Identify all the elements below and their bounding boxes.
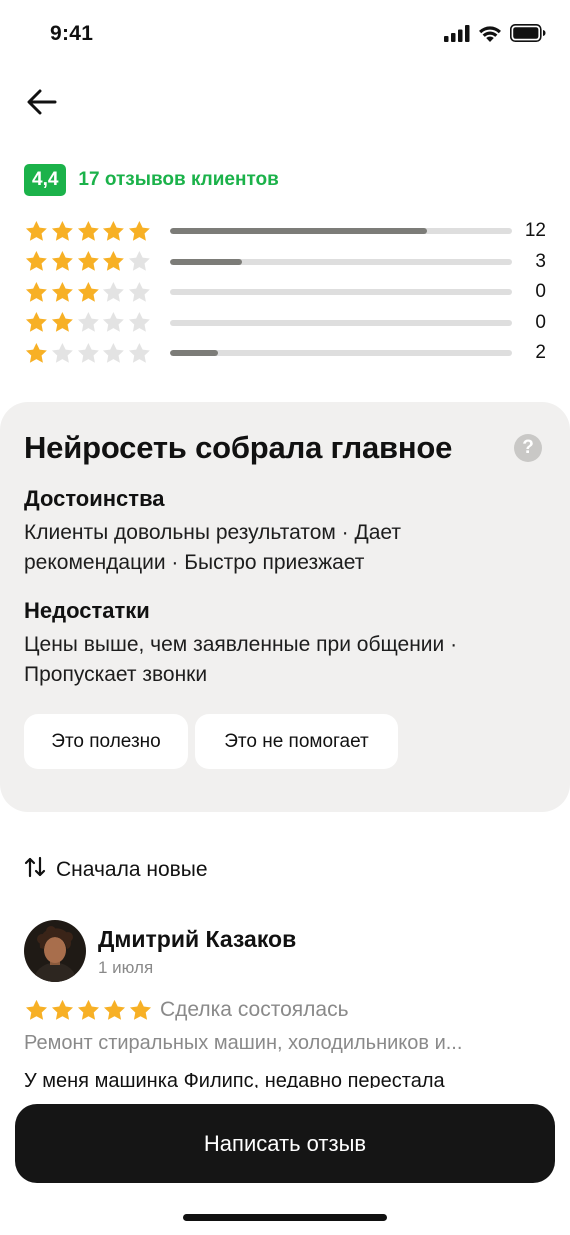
rating-row-bar <box>170 319 512 326</box>
rating-row-count: 2 <box>535 342 546 364</box>
pros-text: Клиенты довольны результатом · Дает реко… <box>24 521 401 574</box>
star-filled-icon <box>103 251 125 271</box>
wifi-icon <box>478 25 502 42</box>
ai-summary-title: Нейросеть собрала главное <box>24 430 453 465</box>
review-date: 1 июля <box>98 958 154 977</box>
star-empty-icon <box>103 312 125 332</box>
rating-row-bar <box>170 350 512 357</box>
star-filled-icon <box>25 251 47 271</box>
rating-row-count: 3 <box>535 250 546 272</box>
bottom-panel: Написать отзыв <box>0 1088 570 1235</box>
deal-status: Сделка состоялась <box>160 998 349 1021</box>
rating-row-bar <box>170 258 512 265</box>
battery-icon <box>510 24 546 42</box>
home-indicator <box>183 1214 387 1221</box>
star-filled-icon <box>25 342 47 363</box>
star-empty-icon <box>103 281 125 302</box>
star-filled-icon <box>51 251 73 271</box>
review-rating-stars <box>24 998 153 1023</box>
cons-text: Цены выше, чем заявленные при общении · … <box>24 633 458 686</box>
star-filled-icon <box>25 312 47 332</box>
rating-score-badge: 4,4 <box>24 164 67 196</box>
rating-distribution: 12 3 0 0 2 <box>24 216 546 369</box>
rating-row-bar <box>170 228 512 235</box>
status-icons <box>444 24 546 42</box>
status-time: 9:41 <box>50 22 94 45</box>
star-filled-icon <box>103 999 126 1020</box>
star-empty-icon <box>51 342 73 363</box>
star-empty-icon <box>129 281 151 302</box>
star-filled-icon <box>77 220 99 241</box>
review-service: Ремонт стиральных машин, холодильников и… <box>24 1032 463 1054</box>
star-filled-icon <box>51 281 73 302</box>
star-empty-icon <box>129 342 151 363</box>
sort-arrows-icon <box>24 856 46 883</box>
rating-row-stars <box>24 310 152 335</box>
rating-header: 4,4 17 отзывов клиентов <box>24 164 279 196</box>
star-filled-icon <box>25 220 47 241</box>
sort-label: Сначала новые <box>56 857 208 881</box>
arrow-left-icon <box>27 89 57 120</box>
star-filled-icon <box>25 281 47 302</box>
star-filled-icon <box>77 281 99 302</box>
rating-row-stars <box>24 249 152 274</box>
rating-row-3[interactable]: 0 <box>24 277 546 308</box>
sort-control[interactable]: Сначала новые <box>24 856 208 883</box>
rating-row-count: 12 <box>524 220 546 242</box>
useful-button[interactable]: Это полезно <box>24 714 188 769</box>
star-filled-icon <box>25 999 48 1020</box>
reviews-count[interactable]: 17 отзывов клиентов <box>78 169 278 191</box>
rating-row-stars <box>24 219 152 244</box>
reviewer-name[interactable]: Дмитрий Казаков <box>98 926 296 953</box>
rating-row-4[interactable]: 3 <box>24 247 546 278</box>
rating-row-count: 0 <box>535 281 546 303</box>
rating-row-bar <box>170 289 512 296</box>
rating-row-stars <box>24 280 152 305</box>
back-button[interactable] <box>22 84 62 124</box>
pros-title: Достоинства <box>24 486 165 511</box>
star-empty-icon <box>129 312 151 332</box>
star-empty-icon <box>129 251 151 271</box>
cellular-signal-icon <box>444 24 470 42</box>
star-filled-icon <box>103 220 125 241</box>
star-empty-icon <box>77 312 99 332</box>
star-filled-icon <box>129 220 151 241</box>
star-empty-icon <box>103 342 125 363</box>
star-filled-icon <box>51 312 73 332</box>
avatar[interactable] <box>24 920 86 982</box>
rating-row-bar-fill <box>170 350 218 357</box>
question-circle-icon[interactable]: ? <box>514 434 542 462</box>
rating-row-bar-fill <box>170 228 427 235</box>
rating-row-bar-fill <box>170 258 242 265</box>
rating-row-stars <box>24 341 152 366</box>
star-filled-icon <box>51 999 74 1020</box>
star-filled-icon <box>129 999 152 1020</box>
rating-row-2[interactable]: 0 <box>24 308 546 339</box>
rating-row-5[interactable]: 12 <box>24 216 546 247</box>
write-review-button[interactable]: Написать отзыв <box>15 1104 555 1183</box>
star-empty-icon <box>77 342 99 363</box>
star-filled-icon <box>77 999 100 1020</box>
cons-title: Недостатки <box>24 598 150 623</box>
star-filled-icon <box>77 251 99 271</box>
star-filled-icon <box>51 220 73 241</box>
not-helpful-button[interactable]: Это не помогает <box>195 714 398 769</box>
ai-summary-card: Нейросеть собрала главное ? Достоинства … <box>0 402 570 812</box>
status-bar: 9:41 <box>0 0 570 72</box>
rating-row-count: 0 <box>535 311 546 333</box>
rating-row-1[interactable]: 2 <box>24 338 546 369</box>
